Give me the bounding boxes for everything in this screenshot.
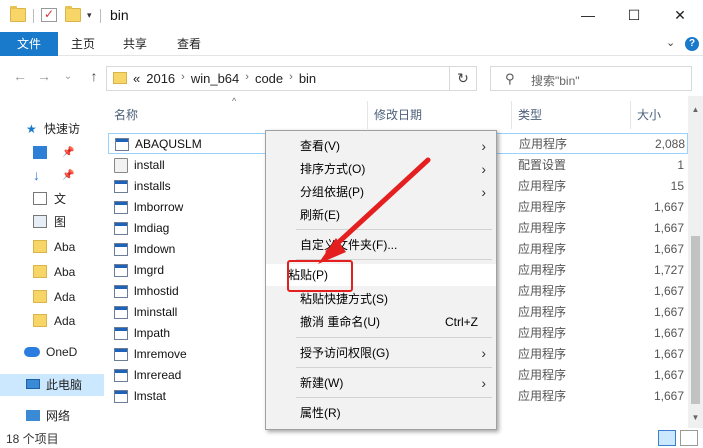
annotation-arrow — [318, 157, 431, 264]
